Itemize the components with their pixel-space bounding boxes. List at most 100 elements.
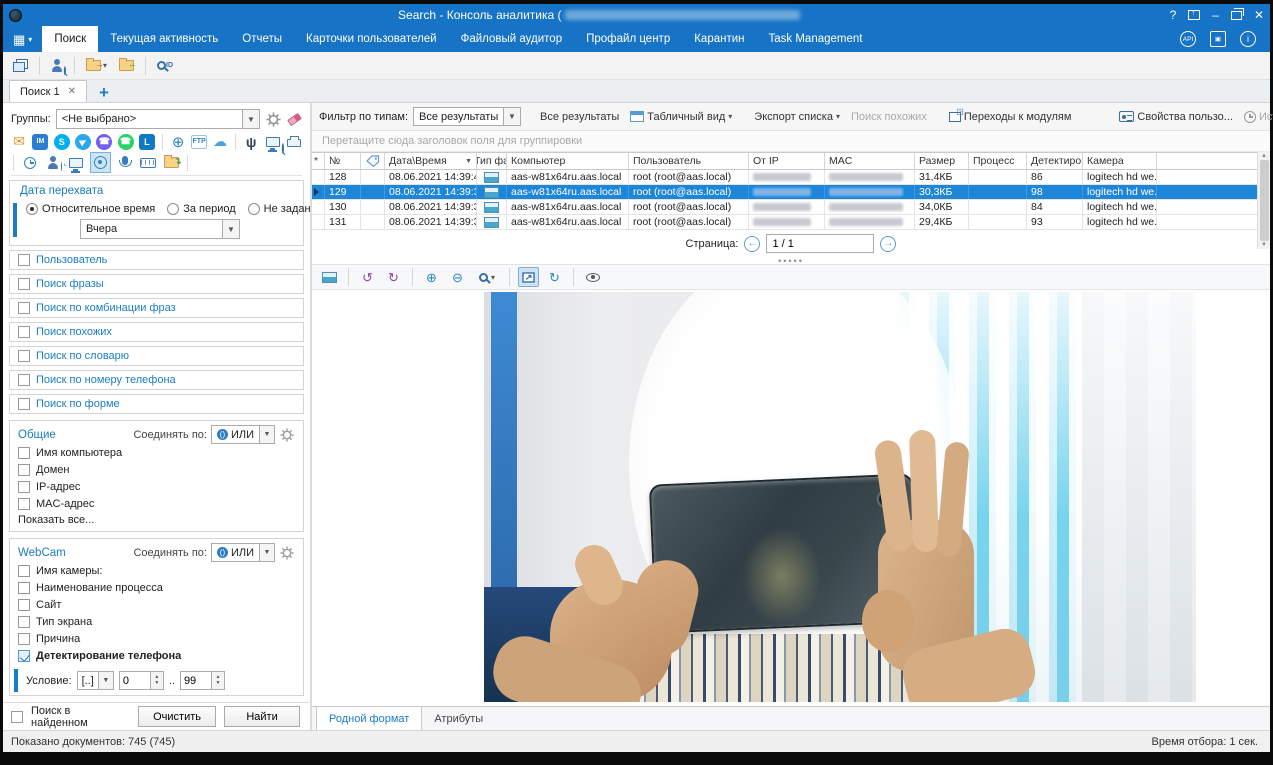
search-similar-button[interactable]: Поиск похожих <box>848 110 930 124</box>
filter-dictionary[interactable]: Поиск по словарю <box>9 346 304 366</box>
webcam-join-select[interactable]: ()ИЛИ ▼ <box>211 543 275 562</box>
user-properties-button[interactable]: Свойства пользо... <box>1116 110 1236 124</box>
col-tag[interactable] <box>361 153 385 169</box>
checkbox[interactable] <box>18 302 30 314</box>
checkbox[interactable] <box>18 278 30 290</box>
radio-relative-time[interactable] <box>26 203 38 215</box>
webcam-phone-detection[interactable]: Детектирование телефона <box>18 647 295 664</box>
telegram-icon[interactable]: ▶ <box>75 133 91 151</box>
checkbox[interactable] <box>18 582 30 594</box>
checkbox[interactable] <box>18 599 30 611</box>
search-by-id-button[interactable]: ID <box>153 59 177 72</box>
help-button[interactable]: ? <box>1170 9 1177 21</box>
webcam-site[interactable]: Сайт <box>18 596 295 613</box>
next-page-button[interactable]: → <box>880 236 896 252</box>
file-export-icon[interactable]: ↴ <box>162 154 180 172</box>
app-menu-button[interactable]: ▦ ▾ <box>3 26 42 52</box>
filter-form[interactable]: Поиск по форме <box>9 394 304 414</box>
search-in-found-checkbox[interactable] <box>11 711 23 723</box>
col-process[interactable]: Процесс <box>969 153 1027 169</box>
groups-settings-button[interactable] <box>265 111 281 127</box>
common-domain[interactable]: Домен <box>18 461 295 478</box>
col-date[interactable]: Дата\Время▼ <box>385 153 477 169</box>
scroll-down-icon[interactable]: ▼ <box>1261 242 1267 248</box>
minimize-button[interactable]: – <box>1212 9 1219 21</box>
lync-icon[interactable]: L <box>139 133 155 151</box>
page-input[interactable] <box>766 234 874 253</box>
ftp-icon[interactable]: FTP <box>191 135 207 149</box>
condition-from-stepper[interactable]: ▲▼ <box>119 671 164 690</box>
common-ip[interactable]: IP-адрес <box>18 478 295 495</box>
keyboard-icon[interactable] <box>139 154 157 172</box>
menu-tab-reports[interactable]: Отчеты <box>230 26 294 52</box>
printer-icon[interactable] <box>286 133 302 151</box>
close-tab-icon[interactable]: ✕ <box>68 86 76 97</box>
refresh-image-button[interactable]: ↻ <box>544 267 565 287</box>
api-icon[interactable]: API <box>1180 31 1196 47</box>
checkbox[interactable] <box>18 254 30 266</box>
whatsapp-icon[interactable]: ☎ <box>117 133 133 151</box>
table-row-selected[interactable]: 129 08.06.2021 14:39:38 aas-w81x64ru.aas… <box>312 185 1270 200</box>
menu-tab-profile-center[interactable]: Профайл центр <box>574 26 682 52</box>
menu-tab-activity[interactable]: Текущая активность <box>98 26 230 52</box>
http-icon[interactable]: ⊕ <box>170 133 186 151</box>
viber-icon[interactable]: ☎ <box>96 133 112 151</box>
skype-icon[interactable]: S <box>54 133 70 151</box>
filter-phrase[interactable]: Поиск фразы <box>9 274 304 294</box>
group-by-hint[interactable]: Перетащите сюда заголовок поля для групп… <box>312 131 1270 152</box>
col-computer[interactable]: Компьютер <box>507 153 629 169</box>
checkbox[interactable] <box>18 447 30 459</box>
info-icon[interactable]: i <box>1240 31 1256 47</box>
user-activity-icon[interactable] <box>44 154 62 172</box>
module-links-button[interactable]: Переходы к модулям <box>946 110 1075 124</box>
add-tab-button[interactable]: + <box>87 84 121 102</box>
filter-phone-number[interactable]: Поиск по номеру телефона <box>9 370 304 390</box>
col-from-ip[interactable]: От IP <box>749 153 825 169</box>
col-mac[interactable]: MAC <box>825 153 915 169</box>
show-detections-button[interactable] <box>582 267 603 287</box>
zoom-in-button[interactable]: ⊕ <box>421 267 442 287</box>
col-size[interactable]: Размер <box>915 153 969 169</box>
webcam-settings-button[interactable] <box>279 545 295 561</box>
col-camera[interactable]: Камера <box>1083 153 1157 169</box>
fit-to-window-button[interactable] <box>518 267 539 287</box>
device-search-icon[interactable] <box>264 133 280 151</box>
table-row[interactable]: 130 08.06.2021 14:39:36 aas-w81x64ru.aas… <box>312 200 1270 215</box>
stepper-arrows[interactable]: ▲▼ <box>211 672 224 689</box>
condition-operator-select[interactable]: [..] ▼ <box>77 671 114 690</box>
usb-icon[interactable]: ψ <box>243 133 259 151</box>
common-settings-button[interactable] <box>279 427 295 443</box>
checkbox[interactable] <box>18 398 30 410</box>
all-results-button[interactable]: Все результаты <box>537 110 622 124</box>
menu-tab-quarantine[interactable]: Карантин <box>682 26 756 52</box>
email-icon[interactable]: ✉ <box>11 133 27 151</box>
rotate-right-button[interactable]: ↻ <box>383 267 404 287</box>
zoom-out-button[interactable]: ⊖ <box>447 267 468 287</box>
webcam-screen-type[interactable]: Тип экрана <box>18 613 295 630</box>
zoom-level-button[interactable]: ▾ <box>473 267 501 287</box>
groups-select[interactable]: <Не выбрано> ▼ <box>56 109 260 129</box>
save-image-button[interactable] <box>319 267 340 287</box>
cloud-icon[interactable]: ☁ <box>212 133 228 151</box>
webcam-camera-name[interactable]: Имя камеры: <box>18 562 295 579</box>
filter-user[interactable]: Пользователь <box>9 250 304 270</box>
tab-native-format[interactable]: Родной формат <box>316 707 422 730</box>
restore-button[interactable] <box>1231 11 1242 20</box>
cascade-windows-button[interactable] <box>9 57 32 74</box>
user-search-button[interactable] <box>47 57 67 74</box>
common-computer-name[interactable]: Имя компьютера <box>18 444 295 461</box>
im-icon[interactable]: IM <box>32 133 48 151</box>
close-button[interactable]: ✕ <box>1254 9 1264 21</box>
webcam-reason[interactable]: Причина <box>18 630 295 647</box>
common-join-select[interactable]: ()ИЛИ ▼ <box>211 425 275 444</box>
export-list-button[interactable]: Экспорт списка▾ <box>751 110 843 124</box>
condition-to-stepper[interactable]: ▲▼ <box>180 671 225 690</box>
col-num[interactable]: № <box>325 153 361 169</box>
webcam-process-name[interactable]: Наименование процесса <box>18 579 295 596</box>
import-document-button[interactable]: ← <box>115 58 138 73</box>
rotate-left-button[interactable]: ↺ <box>357 267 378 287</box>
checkbox[interactable] <box>18 565 30 577</box>
checkbox-checked[interactable] <box>18 650 30 662</box>
table-row[interactable]: 128 08.06.2021 14:39:41 aas-w81x64ru.aas… <box>312 170 1270 185</box>
scroll-up-icon[interactable]: ▲ <box>1261 153 1267 159</box>
